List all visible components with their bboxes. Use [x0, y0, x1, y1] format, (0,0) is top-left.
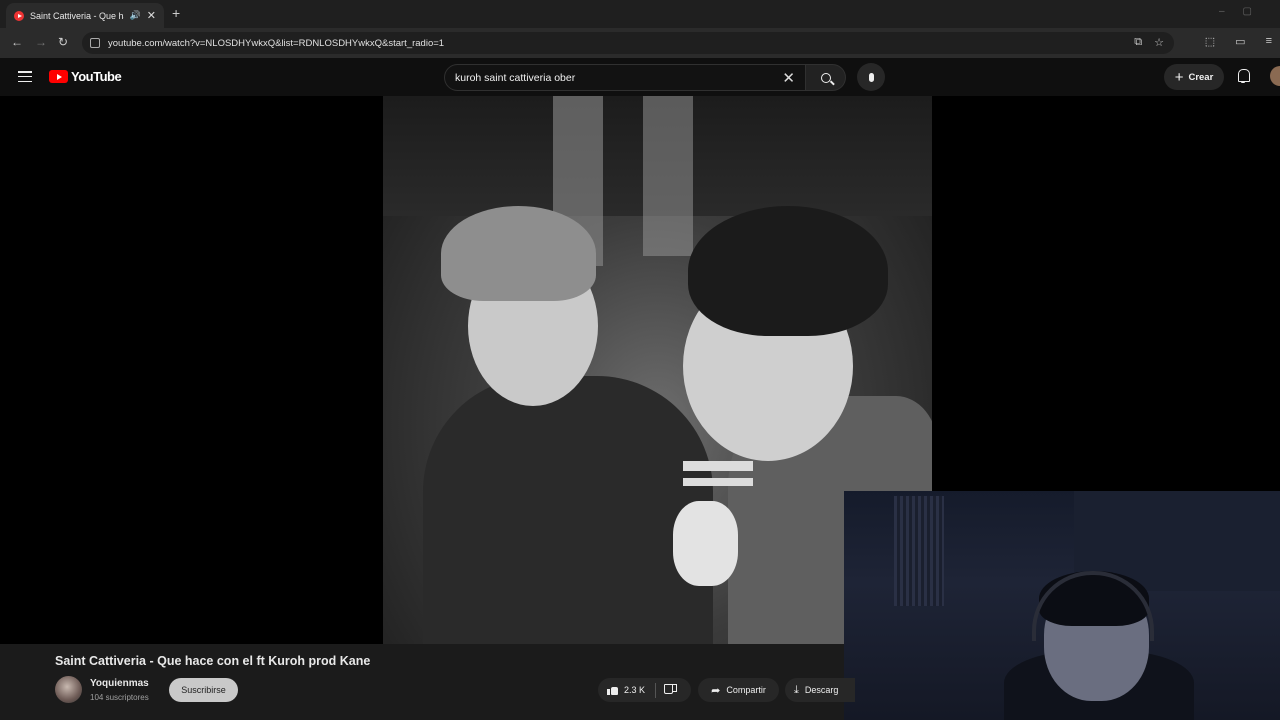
extensions-icon[interactable]: ⬚	[1205, 35, 1215, 48]
new-tab-button[interactable]: +	[172, 5, 180, 21]
search-button[interactable]	[806, 64, 846, 91]
youtube-header: YouTube kuroh saint cattiveria ober ✕ + …	[0, 58, 1280, 96]
back-icon[interactable]: ←	[11, 35, 23, 49]
account-avatar[interactable]	[1270, 66, 1280, 86]
video-info: Saint Cattiveria - Que hace con el ft Ku…	[0, 644, 855, 720]
subscribe-button[interactable]: Suscribirse	[169, 678, 238, 702]
youtube-favicon-icon	[14, 10, 24, 21]
browser-tab[interactable]: Saint Cattiveria - Que hace 🔊 ✕	[6, 3, 164, 28]
search-icon	[820, 72, 831, 83]
bookmark-star-icon[interactable]: ☆	[1154, 36, 1164, 49]
webcam-overlay	[844, 491, 1280, 720]
thumbs-down-icon	[666, 684, 677, 694]
site-info-icon[interactable]	[90, 38, 100, 48]
browser-tab-strip: Saint Cattiveria - Que hace 🔊 ✕ + –▢	[0, 0, 1280, 28]
logo-text: YouTube	[71, 69, 122, 84]
channel-avatar[interactable]	[55, 676, 82, 703]
plus-icon: +	[1174, 68, 1184, 86]
dislike-button[interactable]	[656, 684, 677, 696]
voice-search-button[interactable]	[857, 63, 885, 91]
share-label: Compartir	[726, 685, 766, 695]
video-title: Saint Cattiveria - Que hace con el ft Ku…	[55, 654, 371, 668]
create-label: Crear	[1188, 71, 1214, 83]
url-text: youtube.com/watch?v=NLOSDHYwkxQ&list=RDN…	[108, 37, 445, 49]
download-icon: ⤓	[794, 683, 799, 696]
download-button[interactable]: ⤓ Descarg	[785, 678, 855, 702]
download-label: Descarg	[804, 685, 839, 695]
clear-search-icon[interactable]: ✕	[782, 69, 795, 87]
tab-title: Saint Cattiveria - Que hace	[30, 10, 124, 21]
channel-subscriber-count: 104 suscriptores	[90, 693, 149, 702]
tab-close-icon[interactable]: ✕	[147, 9, 156, 22]
install-app-icon[interactable]: ⧉	[1134, 36, 1142, 49]
browser-toolbar: ← → ↻ youtube.com/watch?v=NLOSDHYwkxQ&li…	[0, 28, 1280, 58]
media-controls-icon[interactable]: ≡	[1266, 35, 1272, 48]
window-controls[interactable]: –▢	[1219, 6, 1270, 17]
address-bar[interactable]: youtube.com/watch?v=NLOSDHYwkxQ&list=RDN…	[82, 32, 1174, 54]
thumbs-up-icon	[607, 685, 618, 695]
reload-icon[interactable]: ↻	[58, 35, 68, 49]
like-dislike-group: 2.3 K	[598, 678, 691, 702]
notifications-bell-icon[interactable]	[1236, 69, 1250, 83]
share-arrow-icon: ➦	[711, 684, 721, 697]
search-input[interactable]: kuroh saint cattiveria ober ✕	[444, 64, 806, 91]
share-button[interactable]: ➦ Compartir	[698, 678, 779, 702]
create-button[interactable]: + Crear	[1164, 64, 1224, 90]
youtube-logo[interactable]: YouTube	[49, 69, 122, 84]
like-count: 2.3 K	[624, 685, 646, 695]
youtube-play-icon	[49, 70, 68, 83]
microphone-icon	[868, 72, 874, 82]
menu-icon[interactable]	[18, 71, 32, 82]
like-button[interactable]: 2.3 K	[598, 685, 655, 695]
side-panel-icon[interactable]: ▭	[1235, 35, 1245, 48]
search-query: kuroh saint cattiveria ober	[455, 71, 576, 84]
channel-name[interactable]: Yoquienmas	[90, 678, 149, 689]
speaker-icon[interactable]: 🔊	[130, 10, 141, 21]
forward-icon[interactable]: →	[35, 35, 47, 49]
